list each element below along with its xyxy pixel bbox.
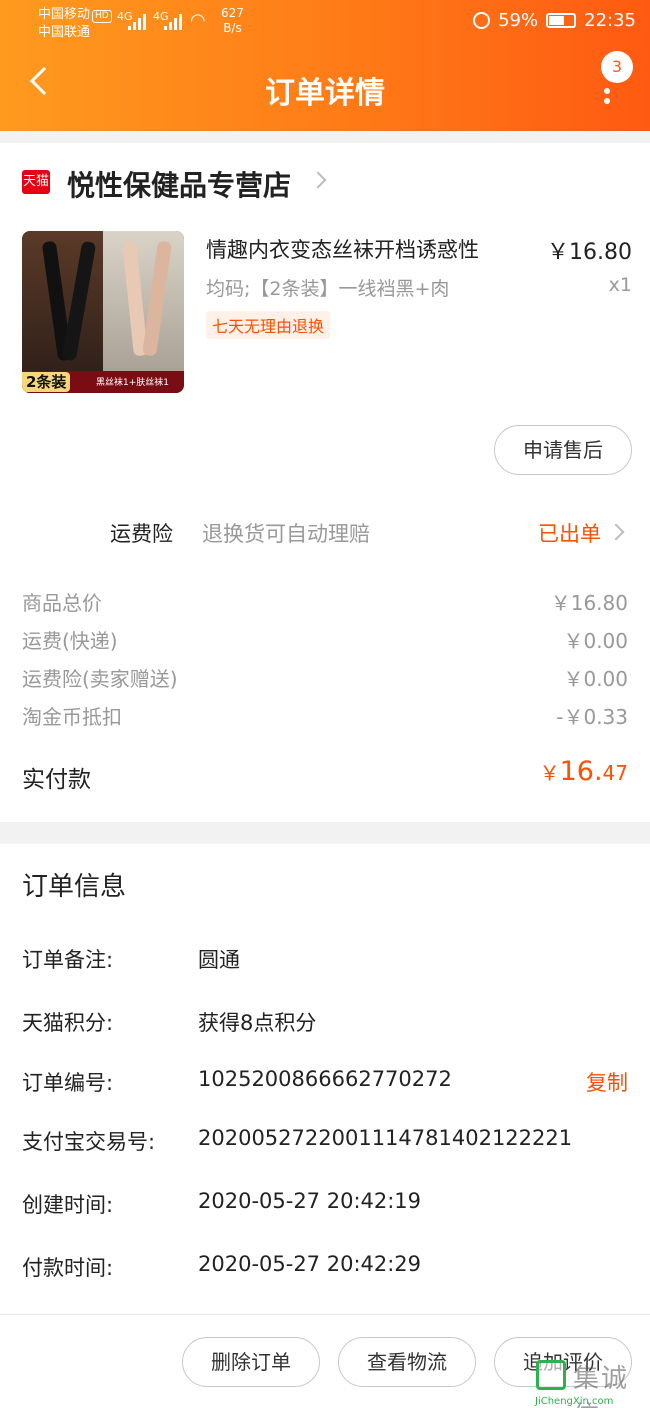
carrier-1: 中国移动 [38,7,91,22]
delete-order-button[interactable]: 删除订单 [182,1337,320,1387]
hd-badge: HD [92,10,112,23]
alarm-icon [473,12,491,29]
cost-value: ￥0.00 [563,667,628,691]
page-title: 订单详情 [265,76,385,111]
signal-bars-1-icon [128,14,146,30]
info-value: 2020052722001114781402122221 [198,1126,573,1150]
order-info-title: 订单信息 [22,872,127,902]
info-label: 订单编号: [22,1071,114,1095]
cost-label: 运费险(卖家赠送) [22,667,178,691]
info-label: 创建时间: [22,1193,114,1217]
paid-integer: 16. [559,756,603,787]
section-gap [0,822,650,844]
speed-unit: B/s [223,21,242,35]
info-value: 获得8点积分 [198,1011,317,1035]
chevron-right-icon[interactable] [607,523,625,541]
shipping-insurance-desc: 退换货可自动理赔 [202,522,370,546]
watermark-logo-icon [536,1360,566,1390]
paid-decimal: 47 [602,761,628,785]
product-thumbnail[interactable]: 2条装 黑丝袜1+肤丝袜1 [22,231,184,393]
battery-percent: 59% [498,10,539,31]
info-label: 付款时间: [22,1256,114,1280]
info-value: 圆通 [198,948,240,972]
shipping-insurance-label: 运费险 [110,522,173,546]
cost-value: ￥0.00 [563,629,628,653]
status-right: 59% 22:35 [473,10,636,31]
product-quantity: x1 [608,274,632,296]
speed-value: 627 [221,6,244,20]
carrier-2: 中国联通 [38,25,91,40]
product-sku: 均码;【2条装】一线裆黑+肉 [206,278,450,300]
after-sale-button[interactable]: 申请售后 [494,425,632,475]
product-name[interactable]: 情趣内衣变态丝袜开档诱惑性 [206,234,479,264]
watermark-url: JiChengXin.com [535,1396,614,1407]
cost-row: 运费险(卖家赠送) ￥0.00 [22,663,628,692]
cost-value: ￥16.80 [550,591,628,615]
watermark: 集诚信 JiChengXin.com [533,1358,650,1408]
info-label: 订单备注: [22,948,114,972]
cost-row: 运费(快递) ￥0.00 [22,625,628,654]
battery-icon [546,13,577,28]
section-gap [0,131,650,143]
view-logistics-button[interactable]: 查看物流 [338,1337,476,1387]
cost-label: 淘金币抵扣 [22,705,122,729]
notification-badge: 3 [601,51,633,83]
cost-label: 商品总价 [22,591,102,615]
carrier-info: 中国移动 HD 中国联通 [38,6,112,42]
product-price: ￥16.80 [547,240,632,265]
info-label: 支付宝交易号: [22,1130,156,1154]
wifi-icon: ◠ [190,10,206,31]
cost-label: 运费(快递) [22,629,118,653]
divider [0,1314,650,1315]
paid-currency: ￥ [539,761,560,785]
info-label: 天猫积分: [22,1011,114,1035]
order-number: 1025200866662770272 [198,1067,452,1091]
store-name[interactable]: 悦性保健品专营店 [67,164,291,204]
cost-row: 淘金币抵扣 -￥0.33 [22,701,628,730]
status-bar: 中国移动 HD 中国联通 4G 4G ◠ 627 B/s 59% 22:35 [0,0,650,46]
thumb-caption: 黑丝袜1+肤丝袜1 [96,378,169,388]
info-value: 2020-05-27 20:42:19 [198,1189,422,1213]
header-bar: 中国移动 HD 中国联通 4G 4G ◠ 627 B/s 59% 22:35 订单… [0,0,650,131]
paid-amount-label: 实付款 [22,767,91,793]
info-value: 2020-05-27 20:42:29 [198,1252,422,1276]
cost-row: 商品总价 ￥16.80 [22,587,628,616]
more-menu-icon[interactable] [598,80,616,106]
signal-bars-2-icon [164,14,182,30]
copy-button[interactable]: 复制 [586,1067,628,1097]
return-policy-tag: 七天无理由退换 [206,311,331,339]
cost-value: -￥0.33 [556,705,628,729]
clock-time: 22:35 [584,10,636,31]
network-speed: 627 B/s [221,6,244,36]
paid-amount: ￥16.47 [540,756,628,787]
tmall-logo: 天猫 [22,170,50,194]
shipping-insurance-status[interactable]: 已出单 [538,518,601,548]
thumb-pack-tag: 2条装 [22,372,71,392]
chevron-right-icon[interactable] [309,171,327,189]
